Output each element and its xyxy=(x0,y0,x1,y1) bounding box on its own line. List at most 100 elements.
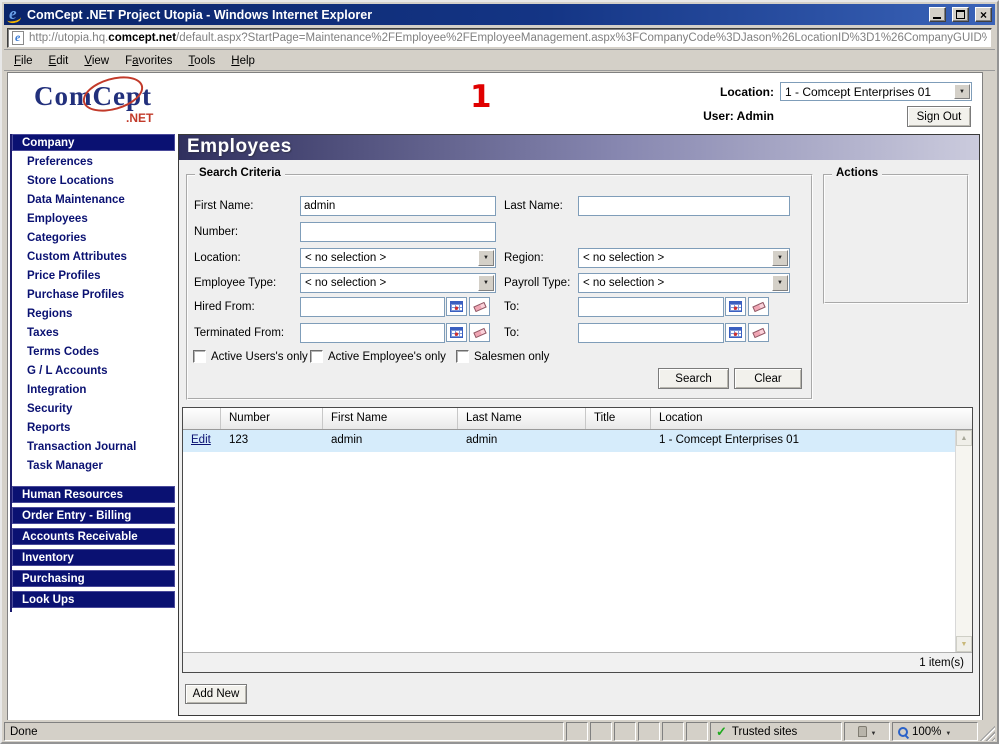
sidebar-item-preferences[interactable]: Preferences xyxy=(12,153,175,172)
menu-tools[interactable]: Tools xyxy=(182,53,223,69)
sidebar-item-gl-accounts[interactable]: G / L Accounts xyxy=(12,362,175,381)
menu-view[interactable]: View xyxy=(78,53,117,69)
url-suffix: /default.aspx?StartPage=Maintenance%2FEm… xyxy=(176,31,987,44)
sidebar-item-categories[interactable]: Categories xyxy=(12,229,175,248)
magnifier-icon xyxy=(898,726,908,737)
security-zone-pane: Trusted sites xyxy=(710,722,842,741)
sidebar-header-company[interactable]: Company xyxy=(12,134,175,151)
page-title: Employees xyxy=(179,135,979,160)
sidebar-header-look-ups[interactable]: Look Ups xyxy=(12,591,175,608)
title-bar: ComCept .NET Project Utopia - Windows In… xyxy=(4,4,995,25)
sidebar-nav: Company Preferences Store Locations Data… xyxy=(10,134,175,612)
address-bar: http://utopia.hq.comcept.net/default.asp… xyxy=(4,26,995,50)
sidebar-item-purchase-profiles[interactable]: Purchase Profiles xyxy=(12,286,175,305)
terminated-to-input[interactable] xyxy=(578,323,724,343)
minimize-button[interactable] xyxy=(929,7,946,22)
location-filter-select[interactable]: < no selection > xyxy=(300,248,496,268)
hired-to-input[interactable] xyxy=(578,297,724,317)
sidebar-header-human-resources[interactable]: Human Resources xyxy=(12,486,175,503)
add-new-button[interactable]: Add New xyxy=(185,684,247,704)
payroll-type-select[interactable]: < no selection > xyxy=(578,273,790,293)
hired-to-calendar-button[interactable] xyxy=(725,297,746,316)
sidebar-item-store-locations[interactable]: Store Locations xyxy=(12,172,175,191)
hired-from-clear-button[interactable] xyxy=(469,297,490,316)
sidebar-item-employees[interactable]: Employees xyxy=(12,210,175,229)
column-last-name: Last Name xyxy=(458,408,586,429)
active-users-checkbox-group: Active Users's only xyxy=(193,350,308,363)
region-select[interactable]: < no selection > xyxy=(578,248,790,268)
chevron-down-icon[interactable] xyxy=(772,275,788,291)
resize-grip[interactable] xyxy=(980,722,995,741)
chevron-down-icon[interactable] xyxy=(478,250,494,266)
location-filter-label: Location: xyxy=(194,252,241,264)
last-name-label: Last Name: xyxy=(504,200,563,212)
chevron-down-icon xyxy=(871,726,877,738)
sidebar-item-price-profiles[interactable]: Price Profiles xyxy=(12,267,175,286)
zone-label: Trusted sites xyxy=(731,725,798,738)
chevron-down-icon xyxy=(945,726,951,738)
address-input[interactable]: http://utopia.hq.comcept.net/default.asp… xyxy=(7,27,992,48)
table-scrollbar[interactable] xyxy=(955,430,972,652)
maximize-button[interactable] xyxy=(952,7,969,22)
edit-link[interactable]: Edit xyxy=(191,434,211,446)
sidebar-item-reports[interactable]: Reports xyxy=(12,419,175,438)
zoom-level: 100% xyxy=(912,725,942,738)
url-prefix: http://utopia.hq. xyxy=(29,31,109,44)
menu-edit[interactable]: Edit xyxy=(43,53,77,69)
hired-to-clear-button[interactable] xyxy=(748,297,769,316)
terminated-from-clear-button[interactable] xyxy=(469,323,490,342)
sidebar-item-custom-attributes[interactable]: Custom Attributes xyxy=(12,248,175,267)
hired-from-calendar-button[interactable] xyxy=(446,297,467,316)
location-label: Location: xyxy=(720,84,774,99)
sidebar-header-purchasing[interactable]: Purchasing xyxy=(12,570,175,587)
hired-from-input[interactable] xyxy=(300,297,445,317)
sidebar-header-accounts-receivable[interactable]: Accounts Receivable xyxy=(12,528,175,545)
active-users-checkbox[interactable] xyxy=(193,350,206,363)
sidebar-item-taxes[interactable]: Taxes xyxy=(12,324,175,343)
menu-file[interactable]: File xyxy=(8,53,41,69)
scroll-down-icon[interactable] xyxy=(956,636,972,652)
active-employees-checkbox[interactable] xyxy=(310,350,323,363)
chevron-down-icon[interactable] xyxy=(478,275,494,291)
sidebar-item-task-manager[interactable]: Task Manager xyxy=(12,457,175,476)
first-name-input[interactable] xyxy=(300,196,496,216)
scroll-up-icon[interactable] xyxy=(956,430,972,446)
chevron-down-icon[interactable] xyxy=(772,250,788,266)
clear-button[interactable]: Clear xyxy=(734,368,802,389)
status-pane-1 xyxy=(566,722,588,741)
sidebar-item-regions[interactable]: Regions xyxy=(12,305,175,324)
terminated-from-calendar-button[interactable] xyxy=(446,323,467,342)
sign-out-button[interactable]: Sign Out xyxy=(907,106,971,127)
menu-help[interactable]: Help xyxy=(225,53,263,69)
terminated-to-calendar-button[interactable] xyxy=(725,323,746,342)
sidebar-header-order-entry-billing[interactable]: Order Entry - Billing xyxy=(12,507,175,524)
location-select[interactable]: 1 - Comcept Enterprises 01 xyxy=(780,82,972,101)
sidebar-item-integration[interactable]: Integration xyxy=(12,381,175,400)
sidebar-item-security[interactable]: Security xyxy=(12,400,175,419)
employee-type-select[interactable]: < no selection > xyxy=(300,273,496,293)
column-first-name: First Name xyxy=(323,408,458,429)
chevron-down-icon[interactable] xyxy=(954,84,970,99)
sidebar-item-data-maintenance[interactable]: Data Maintenance xyxy=(12,191,175,210)
close-button[interactable]: × xyxy=(975,7,992,22)
url-domain: comcept.net xyxy=(108,31,177,44)
sidebar-item-transaction-journal[interactable]: Transaction Journal xyxy=(12,438,175,457)
protected-mode-pane[interactable] xyxy=(844,722,890,741)
last-name-cell: admin xyxy=(466,434,498,446)
salesmen-checkbox[interactable] xyxy=(456,350,469,363)
search-button[interactable]: Search xyxy=(658,368,729,389)
number-input[interactable] xyxy=(300,222,496,242)
terminated-from-input[interactable] xyxy=(300,323,445,343)
sidebar-item-terms-codes[interactable]: Terms Codes xyxy=(12,343,175,362)
zoom-control[interactable]: 100% xyxy=(892,722,978,741)
calendar-icon xyxy=(450,301,463,312)
user-label: User: Admin xyxy=(703,109,774,123)
logo-net-label: .NET xyxy=(126,111,154,125)
menu-favorites[interactable]: Favorites xyxy=(119,53,180,69)
sidebar-header-inventory[interactable]: Inventory xyxy=(12,549,175,566)
employee-type-label: Employee Type: xyxy=(194,277,277,289)
last-name-input[interactable] xyxy=(578,196,790,216)
table-header-row: Number First Name Last Name Title Locati… xyxy=(183,408,972,430)
terminated-to-clear-button[interactable] xyxy=(748,323,769,342)
column-location: Location xyxy=(659,412,703,424)
